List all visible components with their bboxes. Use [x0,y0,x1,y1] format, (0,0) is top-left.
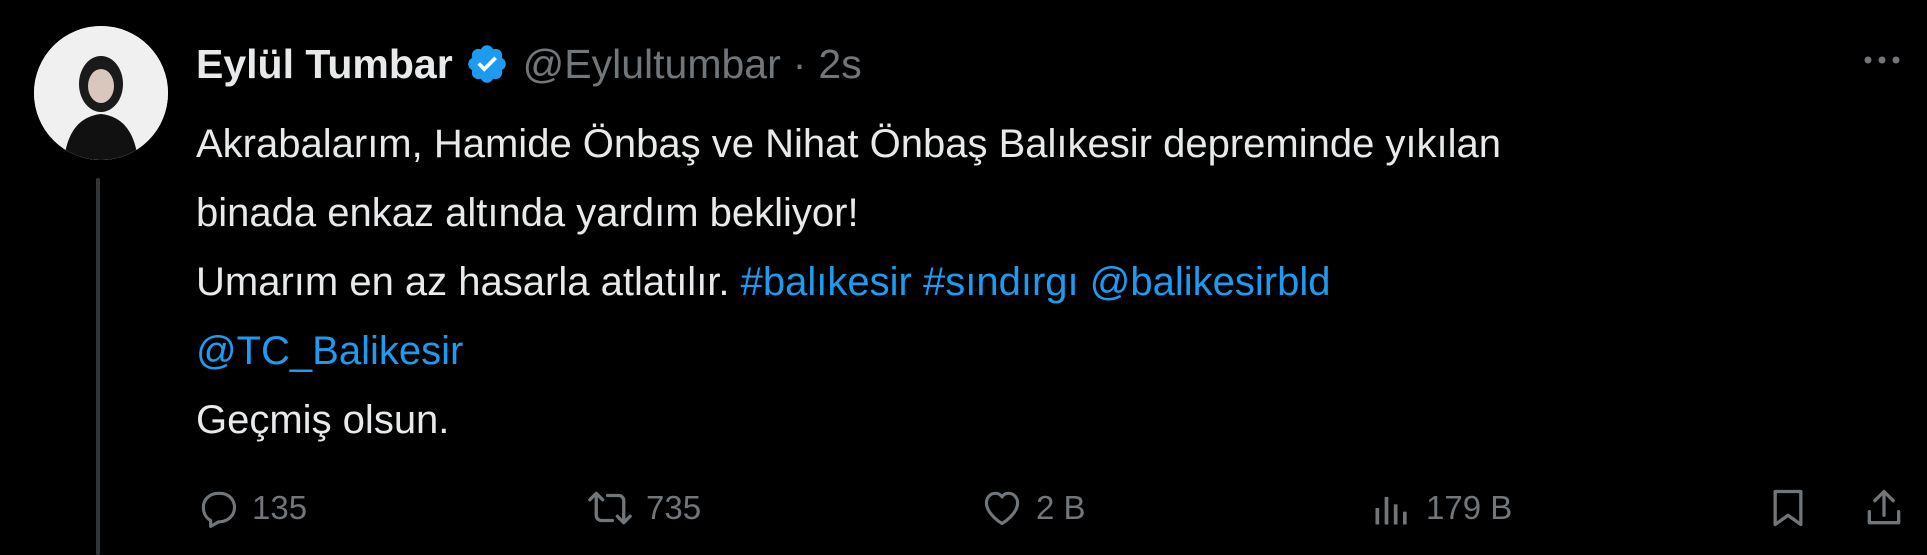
retweet-count: 735 [646,489,702,526]
share-icon [1867,489,1901,525]
views-icon [1375,497,1407,525]
hashtag-sindirgi[interactable]: #sındırgı [923,260,1079,304]
tweet-line-3-text: Umarım en az hasarla atlatılır. [196,260,741,304]
tweet-line-3: Umarım en az hasarla atlatılır. #balıkes… [196,248,1856,317]
verified-badge-icon [465,42,509,86]
bookmark-button[interactable] [1766,480,1810,536]
reply-icon [201,491,237,528]
author-display-name[interactable]: Eylül Tumbar [196,41,453,88]
bookmark-icon [1773,489,1803,527]
share-button[interactable] [1862,480,1906,536]
retweet-icon [588,491,632,525]
reply-count: 135 [252,489,308,526]
heart-icon [984,491,1020,526]
tweet-line-5: Geçmiş olsun. [196,398,450,442]
action-bar: 135 735 2 B 179 B [196,480,1916,536]
avatar[interactable] [34,26,168,160]
like-button[interactable]: 2 B [980,480,1086,536]
tweet-line-4: @TC_Balikesir [196,317,1856,386]
reply-button[interactable]: 135 [196,480,307,536]
more-options-icon[interactable] [1862,50,1902,70]
tweet-line-1: Akrabalarım, Hamide Önbaş ve Nihat Önbaş… [196,122,1502,166]
separator-dot: · [792,40,807,87]
like-count: 2 B [1036,489,1086,526]
retweet-button[interactable]: 735 [586,480,701,536]
tweet-line-2: binada enkaz altında yardım bekliyor! [196,191,859,235]
views-count: 179 B [1426,489,1513,526]
hashtag-balikesir[interactable]: #balıkesir [741,260,912,304]
tweet-header: Eylül Tumbar @Eylultumbar · 2s [196,34,862,94]
views-button[interactable]: 179 B [1370,480,1512,536]
avatar-photo [34,26,168,160]
thread-line [96,178,100,555]
tweet-card[interactable]: Eylül Tumbar @Eylultumbar · 2s Akrabalar… [0,0,1927,555]
mention-tc-balikesir[interactable]: @TC_Balikesir [196,329,463,373]
tweet-text: Akrabalarım, Hamide Önbaş ve Nihat Önbaş… [196,110,1856,455]
mention-balikesirbld[interactable]: @balikesirbld [1090,260,1331,304]
tweet-timestamp[interactable]: 2s [818,41,861,88]
author-handle[interactable]: @Eylultumbar [523,41,781,88]
